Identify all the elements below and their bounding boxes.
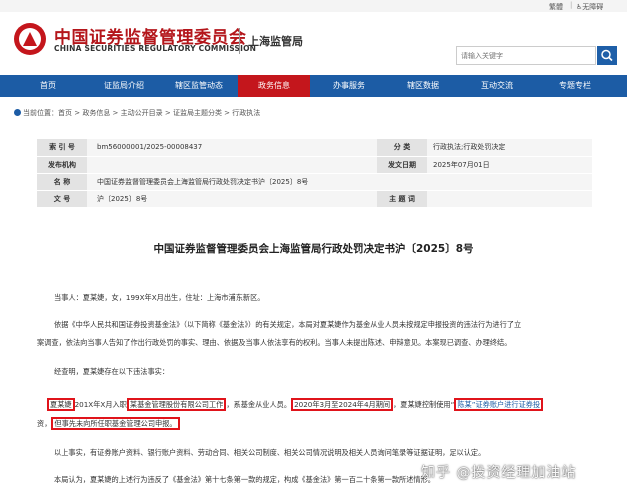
name-key: 名 称 — [37, 173, 87, 191]
sub-org-name: 上海监管局 — [248, 35, 303, 48]
facts-text: ，夏某婕控制使用“ — [393, 400, 455, 409]
nav-bureau-intro[interactable]: 证监局介绍 — [88, 75, 160, 97]
paragraph-basis-line1: 依据《中华人民共和国证券投资基金法》（以下简称《基金法》）的有关规定，本局对夏某… — [54, 320, 522, 329]
nav-topics[interactable]: 专题专栏 — [535, 75, 615, 97]
paragraph-evidence: 以上事实，有证券账户资料、银行账户资料、劳动合同、相关公司制度、相关公司情况说明… — [54, 448, 486, 457]
docno-value: 沪〔2025〕8号 — [87, 190, 377, 208]
subject-value — [427, 190, 592, 208]
search-button[interactable] — [597, 46, 617, 65]
nav-interaction[interactable]: 互动交流 — [461, 75, 533, 97]
docno-key: 文 号 — [37, 190, 87, 208]
utility-divider: | — [570, 1, 573, 9]
search-icon — [601, 49, 613, 62]
highlight-name: 夏某婕 — [47, 398, 75, 411]
paragraph-findings-intro: 经查明，夏某婕存在以下违法事实： — [54, 367, 170, 376]
meta-row: 名 称 中国证券监督管理委员会上海监管局行政处罚决定书沪〔2025〕8号 — [37, 173, 592, 191]
category-value: 行政执法;行政处罚决定 — [427, 139, 592, 157]
utility-bar: 繁體 | ♿无障碍 — [0, 0, 627, 12]
breadcrumb-path[interactable]: 首页 > 政务信息 > 主动公开目录 > 证监局主题分类 > 行政执法 — [58, 109, 260, 117]
org-name-en: CHINA SECURITIES REGULATORY COMMISSION — [54, 44, 257, 53]
zhihu-watermark: 知乎 @投资经理加油站 — [421, 465, 577, 481]
paragraph-basis-line2: 案调查，依法向当事人告知了作出行政处罚的事实、理由、依据及当事人依法享有的权利。… — [37, 338, 512, 347]
facts-text: 201X年X月入职 — [74, 400, 127, 409]
highlight-employer: 某基金管理股份有限公司工作 — [126, 398, 227, 411]
highlight-no-declaration: 但事先未向所任职基金管理公司申报。 — [51, 417, 180, 430]
date-key: 发文日期 — [377, 156, 427, 174]
nav-regulation-news[interactable]: 辖区监管动态 — [163, 75, 235, 97]
csrc-emblem-icon[interactable] — [14, 23, 46, 55]
main-nav: 首页 证监局介绍 辖区监管动态 政务信息 办事服务 辖区数据 互动交流 专题专栏 — [0, 75, 627, 97]
issuer-value — [87, 156, 377, 174]
meta-row: 文 号 沪〔2025〕8号 主 题 词 — [37, 190, 592, 208]
paragraph-party: 当事人：夏某婕，女，199X年X月出生，住址：上海市浦东新区。 — [54, 293, 265, 302]
facts-text: 资， — [37, 419, 52, 428]
facts-text: ，系基金从业人员。 — [226, 400, 292, 409]
nav-government-info[interactable]: 政务信息 — [238, 75, 310, 97]
breadcrumb-label: 当前位置： — [23, 109, 58, 117]
date-value: 2025年07月01日 — [427, 156, 592, 174]
document-title: 中国证券监督管理委员会上海监管局行政处罚决定书沪〔2025〕8号 — [153, 243, 474, 255]
meta-row: 索 引 号 bm56000001/2025-00008437 分 类 行政执法;… — [37, 139, 592, 157]
site-header: 中国证券监督管理委员会 CHINA SECURITIES REGULATORY … — [0, 12, 627, 74]
accessibility-link[interactable]: ♿无障碍 — [576, 2, 603, 12]
index-value: bm56000001/2025-00008437 — [87, 139, 377, 157]
index-key: 索 引 号 — [37, 139, 87, 157]
highlight-period: 2020年3月至2024年4月期间 — [291, 398, 394, 411]
accessibility-label: 无障碍 — [582, 3, 604, 11]
document-meta-table: 索 引 号 bm56000001/2025-00008437 分 类 行政执法;… — [37, 139, 592, 208]
nav-home[interactable]: 首页 — [12, 75, 84, 97]
paragraph-facts-line2: 资， 但事先未向所任职基金管理公司申报。 — [37, 415, 607, 432]
nav-services[interactable]: 办事服务 — [313, 75, 385, 97]
traditional-chinese-link[interactable]: 繁體 — [549, 2, 563, 12]
name-value: 中国证券监督管理委员会上海监管局行政处罚决定书沪〔2025〕8号 — [87, 173, 592, 191]
highlight-account: 陈某”证券账户进行证券投 — [454, 398, 544, 411]
category-key: 分 类 — [377, 139, 427, 157]
header-divider — [239, 28, 240, 54]
paragraph-facts-line1: 夏某婕 201X年X月入职 某基金管理股份有限公司工作 ，系基金从业人员。 2020年3… — [47, 396, 617, 413]
issuer-key: 发布机构 — [37, 156, 87, 174]
breadcrumb: 当前位置：首页 > 政务信息 > 主动公开目录 > 证监局主题分类 > 行政执法 — [14, 108, 260, 120]
nav-region-data[interactable]: 辖区数据 — [387, 75, 459, 97]
meta-row: 发布机构 发文日期 2025年07月01日 — [37, 156, 592, 174]
subject-key: 主 题 词 — [377, 190, 427, 208]
location-icon — [14, 109, 21, 116]
search-input[interactable] — [456, 46, 596, 65]
